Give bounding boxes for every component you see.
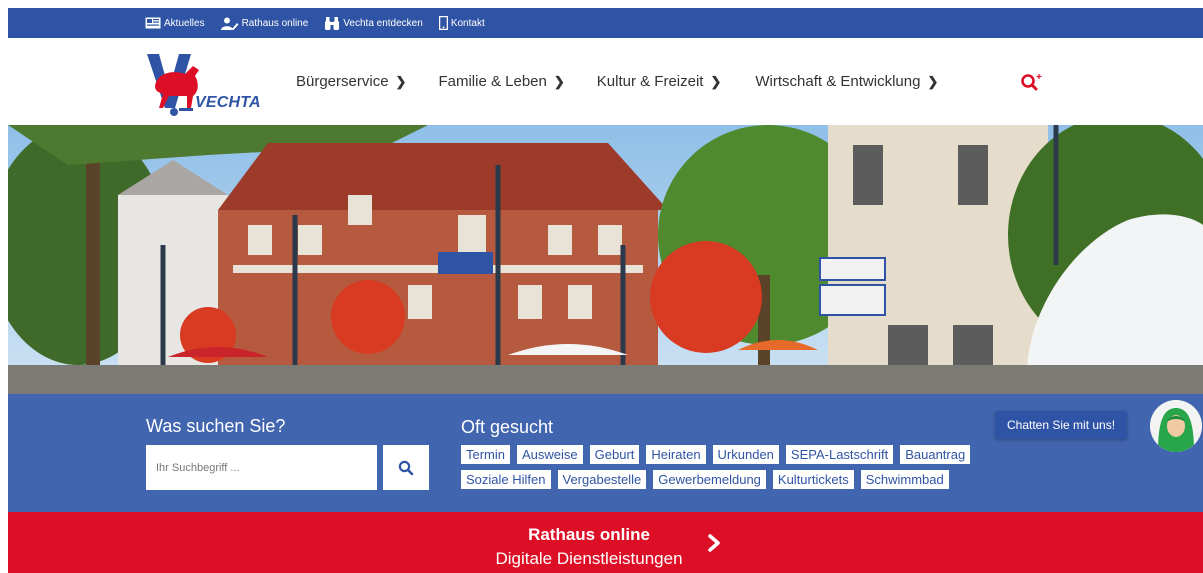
news-icon xyxy=(145,17,161,29)
nav-item-label: Familie & Leben xyxy=(438,73,547,90)
topbar-link-label: Rathaus online xyxy=(241,17,309,29)
tag-ausweise[interactable]: Ausweise xyxy=(517,445,583,464)
tag-termin[interactable]: Termin xyxy=(461,445,511,464)
chevron-right-icon: ❯ xyxy=(710,73,722,89)
banner-text: Rathaus online Digitale Dienstleistungen xyxy=(486,525,692,569)
search-panel: Was suchen Sie? Oft gesucht Termin Auswe… xyxy=(8,394,1203,512)
nav-item-label: Wirtschaft & Entwicklung xyxy=(755,73,921,90)
binoculars-icon xyxy=(325,16,340,30)
chevron-right-icon: ❯ xyxy=(395,73,407,89)
topbar-link-vechta-entdecken[interactable]: Vechta entdecken xyxy=(324,16,423,30)
nav-item-familie-leben[interactable]: Familie & Leben ❯ xyxy=(438,73,564,90)
topbar-link-label: Vechta entdecken xyxy=(343,17,423,29)
main-navigation: Bürgerservice ❯ Familie & Leben ❯ Kultur… xyxy=(296,38,970,125)
topbar-link-aktuelles[interactable]: Aktuelles xyxy=(145,17,205,29)
chevron-right-icon: ❯ xyxy=(553,73,565,89)
tag-urkunden[interactable]: Urkunden xyxy=(712,445,779,464)
nav-item-label: Kultur & Freizeit xyxy=(596,73,704,90)
site-header: VECHTA Bürgerservice ❯ Familie & Leben ❯… xyxy=(8,38,1203,125)
frequent-heading: Oft gesucht xyxy=(461,417,554,437)
banner-subtitle: Digitale Dienstleistungen xyxy=(495,549,683,568)
tag-heiraten[interactable]: Heiraten xyxy=(646,445,706,464)
rathaus-online-banner[interactable]: Rathaus online Digitale Dienstleistungen xyxy=(8,512,1203,573)
chevron-right-icon: ❯ xyxy=(927,73,939,89)
search-input[interactable] xyxy=(146,445,377,490)
tag-sepa-lastschrift[interactable]: SEPA-Lastschrift xyxy=(785,445,894,464)
tag-kulturtickets[interactable]: Kulturtickets xyxy=(772,470,854,489)
frequent-tags: Termin Ausweise Geburt Heiraten Urkunden… xyxy=(461,445,1061,495)
vechta-logo[interactable]: VECHTA xyxy=(145,52,261,118)
topbar-link-label: Kontakt xyxy=(450,17,485,29)
chat-agent-avatar-icon xyxy=(1150,400,1202,452)
tag-row: Soziale Hilfen Vergabestelle Gewerbemeld… xyxy=(461,470,1061,489)
search-toggle-button[interactable] xyxy=(1020,71,1046,93)
nav-item-buergerservice[interactable]: Bürgerservice ❯ xyxy=(296,73,406,90)
search-icon xyxy=(398,460,414,475)
tag-gewerbemeldung[interactable]: Gewerbemeldung xyxy=(653,470,766,489)
search-submit-button[interactable] xyxy=(383,445,429,490)
search-plus-icon xyxy=(1021,74,1042,91)
phone-icon xyxy=(438,16,448,30)
chevron-right-icon xyxy=(708,534,720,552)
topbar-link-kontakt[interactable]: Kontakt xyxy=(438,16,485,30)
tag-bauantrag[interactable]: Bauantrag xyxy=(900,445,971,464)
search-heading: Was suchen Sie? xyxy=(146,416,286,436)
top-utility-bar: Aktuelles Rathaus online Vechta entdecke… xyxy=(8,8,1203,38)
banner-title: Rathaus online xyxy=(528,525,650,544)
tag-vergabestelle[interactable]: Vergabestelle xyxy=(557,470,647,489)
users-icon xyxy=(220,17,239,30)
chat-button[interactable]: Chatten Sie mit uns! xyxy=(995,411,1128,439)
tag-row: Termin Ausweise Geburt Heiraten Urkunden… xyxy=(461,445,1061,464)
nav-item-wirtschaft-entwicklung[interactable]: Wirtschaft & Entwicklung ❯ xyxy=(755,73,938,90)
chat-avatar[interactable] xyxy=(1150,400,1202,452)
topbar-link-label: Aktuelles xyxy=(164,17,205,29)
nav-item-kultur-freizeit[interactable]: Kultur & Freizeit ❯ xyxy=(597,73,722,90)
tag-soziale-hilfen[interactable]: Soziale Hilfen xyxy=(461,470,551,489)
tag-geburt[interactable]: Geburt xyxy=(589,445,640,464)
hero-image xyxy=(8,125,1203,394)
logo-text: VECHTA xyxy=(195,94,261,111)
topbar-link-rathaus-online[interactable]: Rathaus online xyxy=(220,17,309,30)
town-square-illustration xyxy=(8,125,1203,394)
tag-schwimmbad[interactable]: Schwimmbad xyxy=(860,470,949,489)
nav-item-label: Bürgerservice xyxy=(296,73,389,90)
top-utility-nav: Aktuelles Rathaus online Vechta entdecke… xyxy=(145,8,485,38)
